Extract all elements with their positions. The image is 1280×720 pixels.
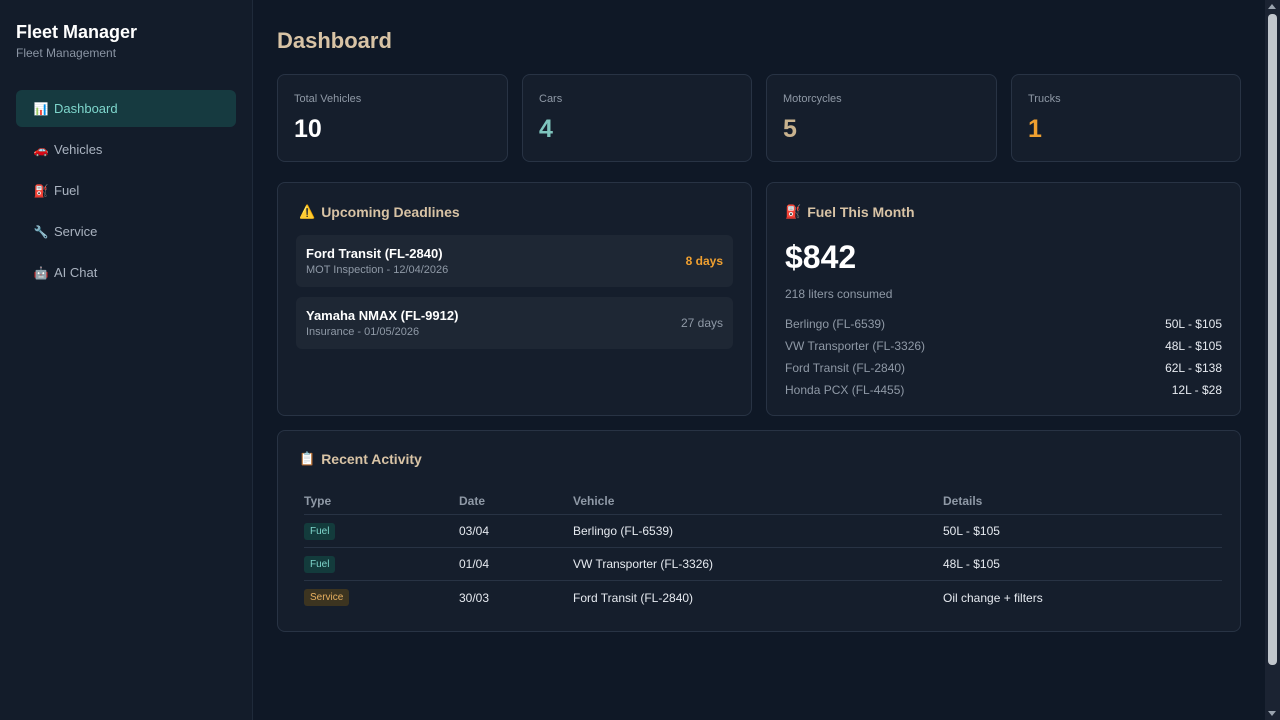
clipboard-icon: 📋: [299, 451, 316, 466]
column-header-vehicle: Vehicle: [573, 493, 615, 508]
deadline-days: 8 days: [685, 254, 723, 268]
type-badge: Fuel: [304, 555, 336, 573]
fuel-row: Ford Transit (FL-2840) 62L - $138: [785, 361, 1222, 377]
deadlines-title: ⚠️ Upcoming Deadlines: [299, 204, 460, 220]
sidebar-item-label: Dashboard: [54, 101, 118, 116]
activity-table: Type Date Vehicle Details Fuel 03/04 Ber…: [304, 487, 1222, 614]
fuel-row: Berlingo (FL-6539) 50L - $105: [785, 317, 1222, 333]
table-row[interactable]: Service 30/03 Ford Transit (FL-2840) Oil…: [304, 581, 1222, 614]
app-subtitle: Fleet Management: [16, 46, 117, 60]
fuel-pump-icon: ⛽: [33, 183, 49, 198]
app-title: Fleet Manager: [16, 22, 138, 42]
stat-card-cars: Cars 4: [522, 74, 752, 162]
type-badge: Service: [304, 589, 350, 606]
type-cell: Fuel: [304, 522, 459, 540]
fuel-pump-icon: ⛽: [785, 204, 802, 219]
stat-card-motorcycles: Motorcycles 5: [766, 74, 997, 162]
fuel-row-detail: 12L - $28: [1171, 383, 1222, 397]
deadline-vehicle: Ford Transit (FL-2840): [306, 246, 443, 261]
deadlines-card: ⚠️ Upcoming Deadlines Ford Transit (FL-2…: [277, 182, 752, 416]
stat-card-trucks: Trucks 1: [1011, 74, 1241, 162]
deadline-detail: Insurance - 01/05/2026: [306, 326, 420, 338]
sidebar-item-dashboard[interactable]: 📊 Dashboard: [16, 90, 236, 127]
type-cell: Fuel: [304, 555, 459, 573]
column-header-details: Details: [943, 493, 983, 508]
fuel-row-vehicle: Honda PCX (FL-4455): [785, 383, 905, 397]
fuel-row-detail: 62L - $138: [1165, 361, 1222, 375]
sidebar-item-label: Fuel: [54, 183, 80, 198]
sidebar-nav: 📊 Dashboard 🚗 Vehicles ⛽ Fuel 🔧 Service …: [16, 90, 236, 295]
scrollbar-thumb[interactable]: [1268, 14, 1277, 665]
date-cell: 30/03: [459, 590, 490, 605]
table-header: Type Date Vehicle Details: [304, 487, 1222, 515]
details-cell: Oil change + filters: [943, 590, 1043, 605]
column-header-date: Date: [459, 493, 486, 508]
stat-label: Motorcycles: [783, 93, 842, 105]
fuel-row-vehicle: VW Transporter (FL-3326): [785, 339, 926, 353]
details-cell: 48L - $105: [943, 557, 1000, 571]
vertical-scrollbar[interactable]: [1265, 0, 1280, 720]
table-row[interactable]: Fuel 03/04 Berlingo (FL-6539) 50L - $105: [304, 515, 1222, 548]
details-cell: 50L - $105: [943, 524, 1000, 538]
vehicle-cell: Ford Transit (FL-2840): [573, 590, 694, 605]
fuel-row-detail: 48L - $105: [1165, 339, 1222, 353]
stat-label: Cars: [539, 93, 563, 105]
stat-value: 4: [539, 115, 553, 143]
recent-activity-card: 📋 Recent Activity Type Date Vehicle Deta…: [277, 430, 1241, 632]
column-header-type: Type: [304, 493, 332, 508]
section-title-text: Upcoming Deadlines: [321, 204, 460, 220]
stat-card-total-vehicles: Total Vehicles 10: [277, 74, 508, 162]
deadline-item[interactable]: Ford Transit (FL-2840) MOT Inspection - …: [296, 235, 733, 287]
deadline-vehicle: Yamaha NMAX (FL-9912): [306, 308, 459, 323]
section-title-text: Fuel This Month: [807, 204, 915, 220]
fuel-row: VW Transporter (FL-3326) 48L - $105: [785, 339, 1222, 355]
activity-title: 📋 Recent Activity: [299, 451, 422, 467]
scroll-down-arrow-icon[interactable]: [1268, 711, 1276, 716]
vehicle-cell: VW Transporter (FL-3326): [573, 557, 714, 571]
sidebar: Fleet Manager Fleet Management 📊 Dashboa…: [0, 0, 253, 720]
car-icon: 🚗: [33, 142, 49, 157]
date-cell: 01/04: [459, 557, 490, 571]
type-cell: Service: [304, 589, 459, 606]
stat-value: 10: [294, 115, 322, 143]
scroll-up-arrow-icon[interactable]: [1268, 4, 1276, 9]
vehicle-cell: Berlingo (FL-6539): [573, 524, 674, 538]
table-row[interactable]: Fuel 01/04 VW Transporter (FL-3326) 48L …: [304, 548, 1222, 581]
sidebar-item-label: Service: [54, 224, 98, 239]
sidebar-item-service[interactable]: 🔧 Service: [16, 213, 236, 250]
fuel-title: ⛽ Fuel This Month: [785, 204, 915, 220]
section-title-text: Recent Activity: [321, 451, 422, 467]
deadline-detail: MOT Inspection - 12/04/2026: [306, 264, 449, 276]
stat-label: Trucks: [1028, 93, 1061, 105]
sidebar-item-fuel[interactable]: ⛽ Fuel: [16, 172, 236, 209]
fuel-liters: 218 liters consumed: [785, 287, 893, 301]
deadline-days: 27 days: [680, 316, 723, 330]
chart-icon: 📊: [33, 101, 49, 116]
robot-icon: 🤖: [33, 265, 49, 280]
type-badge: Fuel: [304, 522, 336, 540]
stat-value: 5: [783, 115, 797, 143]
warning-icon: ⚠️: [299, 204, 316, 219]
stat-value: 1: [1028, 115, 1042, 143]
fuel-row-vehicle: Berlingo (FL-6539): [785, 317, 886, 331]
sidebar-item-label: AI Chat: [54, 265, 98, 280]
sidebar-item-ai-chat[interactable]: 🤖 AI Chat: [16, 254, 236, 291]
fuel-row: Honda PCX (FL-4455) 12L - $28: [785, 383, 1222, 399]
fuel-card: ⛽ Fuel This Month $842 218 liters consum…: [766, 182, 1241, 416]
deadline-item[interactable]: Yamaha NMAX (FL-9912) Insurance - 01/05/…: [296, 297, 733, 349]
sidebar-item-vehicles[interactable]: 🚗 Vehicles: [16, 131, 236, 168]
fuel-total: $842: [785, 239, 857, 275]
wrench-icon: 🔧: [33, 224, 49, 239]
fuel-row-detail: 50L - $105: [1165, 317, 1222, 331]
date-cell: 03/04: [459, 524, 490, 538]
fuel-row-vehicle: Ford Transit (FL-2840): [785, 361, 906, 375]
sidebar-item-label: Vehicles: [54, 142, 103, 157]
page-title: Dashboard: [277, 28, 392, 53]
stat-label: Total Vehicles: [294, 93, 362, 105]
